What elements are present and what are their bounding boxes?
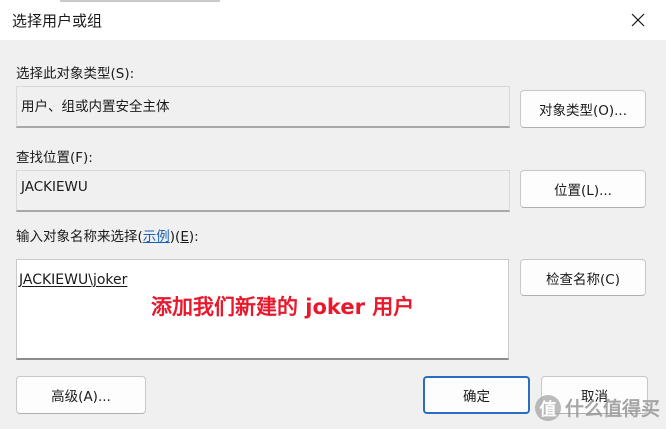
watermark-logo-icon: 值 [534,394,561,421]
object-type-label: 选择此对象类型(S): [16,66,135,82]
background-window-edge [60,0,220,2]
location-label: 查找位置(F): [16,150,93,166]
site-watermark: 值 什么值得买 [534,394,660,421]
ok-button-label: 确定 [463,389,490,405]
locations-button[interactable]: 位置(L)... [520,170,646,208]
window-title: 选择用户或组 [12,12,103,30]
object-names-label: 输入对象名称来选择(示例)(E): [16,225,199,245]
ok-button[interactable]: 确定 [423,376,530,414]
title-bar: 选择用户或组 [0,0,666,40]
location-field: JACKIEWU [16,170,510,212]
location-value: JACKIEWU [21,179,88,195]
locations-button-label: 位置(L)... [554,183,612,199]
advanced-button-label: 高级(A)... [51,389,111,405]
object-types-button-label: 对象类型(O)... [538,103,628,119]
object-names-label-end: ): [188,229,199,245]
check-names-button-label: 检查名称(C) [546,271,620,288]
annotation-text: 添加我们新建的 joker 用户 [151,295,415,319]
watermark-text: 什么值得买 [564,398,660,420]
close-button[interactable] [610,0,666,40]
close-icon [631,13,645,27]
object-types-button[interactable]: 对象类型(O)... [520,90,646,128]
object-names-value: JACKIEWU\joker [19,272,128,288]
examples-link[interactable]: 示例 [143,229,170,245]
check-names-button[interactable]: 检查名称(C) [520,259,646,296]
object-names-label-middle: )( [169,229,181,245]
object-type-value: 用户、组或内置安全主体 [21,99,170,115]
object-type-field: 用户、组或内置安全主体 [16,86,510,128]
advanced-button[interactable]: 高级(A)... [16,376,146,414]
object-names-label-start: 输入对象名称来选择( [16,229,143,245]
object-names-label-key: E [180,229,189,245]
select-users-dialog: 选择用户或组 选择此对象类型(S): 用户、组或内置安全主体 对象类型(O)..… [0,0,666,429]
